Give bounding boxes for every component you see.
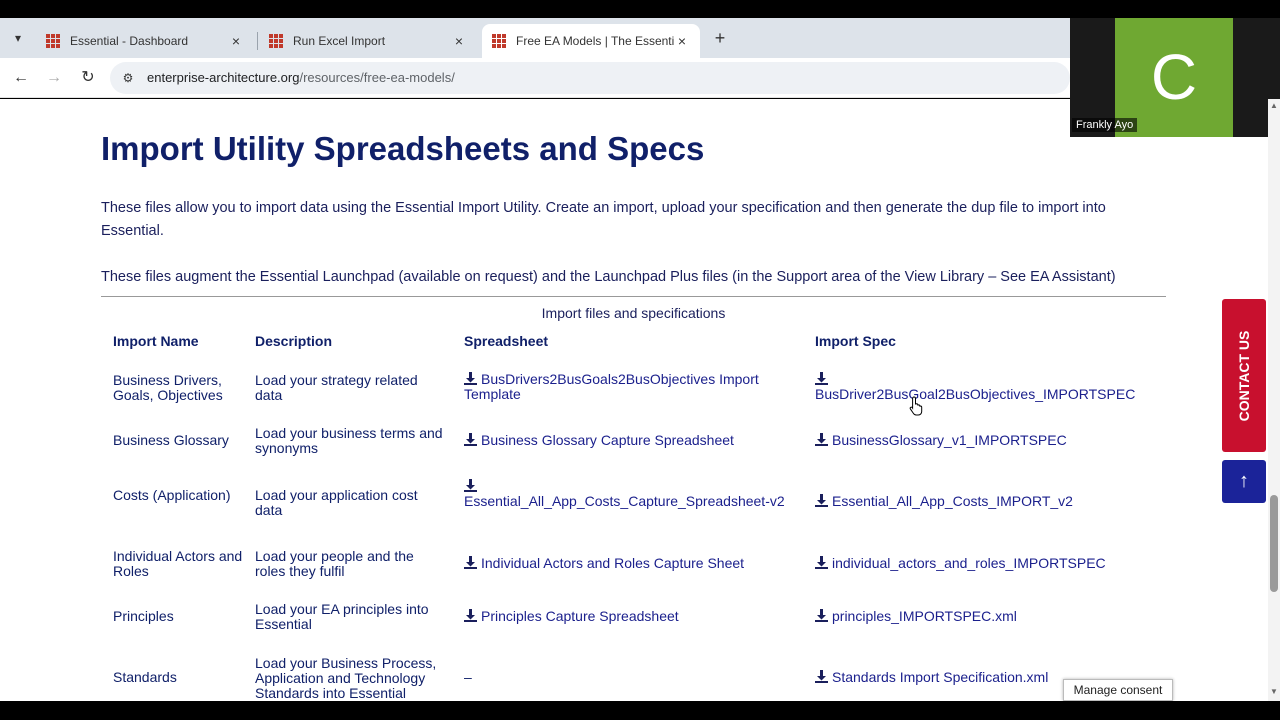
download-icon (815, 609, 828, 622)
url-path: /resources/free-ea-models/ (299, 70, 455, 85)
url-text: enterprise-architecture.org/resources/fr… (147, 70, 455, 85)
cell-import-name: Business Drivers, Goals, Objectives (113, 372, 223, 403)
reload-icon[interactable]: ↻ (76, 66, 100, 90)
essential-favicon-icon (46, 34, 60, 48)
scroll-up-icon[interactable]: ▲ (1268, 101, 1280, 110)
spec-download-link[interactable]: individual_actors_and_roles_IMPORTSPEC (815, 556, 1155, 571)
contact-us-button[interactable]: CONTACT US (1222, 299, 1266, 452)
spreadsheet-download-link[interactable]: Essential_All_App_Costs_Capture_Spreadsh… (464, 479, 794, 509)
link-label: Standards Import Specification.xml (832, 669, 1049, 685)
site-info-icon[interactable]: ⚙ (120, 70, 136, 86)
cell-import-name: Principles (113, 608, 174, 624)
cell-import-name: Standards (113, 669, 177, 685)
page-title: Import Utility Spreadsheets and Specs (101, 130, 705, 167)
video-call-overlay: C Frankly Ayo (1070, 18, 1280, 137)
spec-download-link[interactable]: BusinessGlossary_v1_IMPORTSPEC (815, 433, 1155, 448)
hand-cursor-icon (909, 396, 923, 416)
tab-run-excel-import[interactable]: Run Excel Import × (259, 24, 477, 58)
forward-icon[interactable]: → (42, 66, 66, 90)
cell-import-name: Business Glossary (113, 432, 229, 448)
intro-paragraph: These files allow you to import data usi… (101, 200, 1106, 239)
essential-favicon-icon (269, 34, 283, 48)
download-icon (815, 433, 828, 446)
tab-label: Essential - Dashboard (70, 34, 189, 48)
download-icon (464, 609, 477, 622)
cell-spreadsheet: – (464, 669, 472, 685)
spec-download-link[interactable]: Standards Import Specification.xml (815, 670, 1065, 685)
page-content: Import Utility Spreadsheets and Specs Th… (0, 99, 1268, 701)
link-label: Essential_All_App_Costs_Capture_Spreadsh… (464, 493, 785, 509)
close-icon[interactable]: × (451, 33, 467, 49)
spreadsheet-download-link[interactable]: Business Glossary Capture Spreadsheet (464, 433, 794, 448)
tab-free-ea-models[interactable]: Free EA Models | The Essential P × (482, 24, 700, 58)
contact-us-label: CONTACT US (1236, 330, 1252, 421)
link-label: Individual Actors and Roles Capture Shee… (481, 555, 745, 571)
download-icon (815, 372, 828, 385)
spec-download-link[interactable]: BusDriver2BusGoal2BusObjectives_IMPORTSP… (815, 372, 1155, 402)
download-icon (815, 556, 828, 569)
page-scrollbar[interactable]: ▲ ▼ (1268, 99, 1280, 701)
download-icon (464, 433, 477, 446)
cell-description: Load your Business Process, Application … (255, 655, 437, 701)
tab-essential-dashboard[interactable]: Essential - Dashboard × (36, 24, 254, 58)
spreadsheet-download-link[interactable]: Individual Actors and Roles Capture Shee… (464, 556, 794, 571)
spreadsheet-download-link[interactable]: Principles Capture Spreadsheet (464, 609, 794, 624)
link-label: BusDriver2BusGoal2BusObjectives_IMPORTSP… (815, 386, 1136, 402)
manage-consent-button[interactable]: Manage consent (1063, 679, 1173, 701)
cell-description: Load your people and the roles they fulf… (255, 548, 414, 579)
download-icon (464, 479, 477, 492)
spec-download-link[interactable]: Essential_All_App_Costs_IMPORT_v2 (815, 494, 1155, 509)
spec-download-link[interactable]: principles_IMPORTSPEC.xml (815, 609, 1155, 624)
column-header-spreadsheet: Spreadsheet (464, 333, 549, 349)
scroll-thumb[interactable] (1270, 495, 1278, 592)
download-icon (464, 556, 477, 569)
column-header-import-spec: Import Spec (815, 333, 896, 349)
tab-label: Free EA Models | The Essential P (516, 34, 674, 48)
link-label: BusDrivers2BusGoals2BusObjectives Import… (464, 371, 759, 402)
cell-description: Load your business terms and synonyms (255, 425, 443, 456)
link-label: Principles Capture Spreadsheet (481, 608, 679, 624)
address-bar[interactable]: ⚙ enterprise-architecture.org/resources/… (110, 62, 1070, 94)
arrow-up-icon: ↑ (1239, 470, 1249, 492)
cell-import-name: Individual Actors and Roles (113, 548, 243, 579)
cell-import-name: Costs (Application) (113, 487, 231, 503)
cell-description: Load your EA principles into Essential (255, 601, 429, 632)
download-icon (464, 372, 477, 385)
close-icon[interactable]: × (228, 33, 244, 49)
participant-name: Frankly Ayo (1072, 118, 1138, 132)
new-tab-button[interactable]: + (710, 28, 730, 48)
essential-favicon-icon (492, 34, 506, 48)
tab-separator (257, 32, 258, 50)
scroll-to-top-button[interactable]: ↑ (1222, 460, 1266, 503)
spreadsheet-download-link[interactable]: BusDrivers2BusGoals2BusObjectives Import… (464, 372, 794, 402)
link-label: BusinessGlossary_v1_IMPORTSPEC (832, 432, 1067, 448)
link-label: Essential_All_App_Costs_IMPORT_v2 (832, 493, 1073, 509)
column-header-description: Description (255, 333, 333, 349)
column-header-import-name: Import Name (113, 333, 199, 349)
tab-search-icon[interactable]: ▾ (8, 28, 28, 48)
cell-description: Load your strategy related data (255, 372, 418, 403)
scroll-down-icon[interactable]: ▼ (1268, 687, 1280, 696)
link-label: Business Glossary Capture Spreadsheet (481, 432, 734, 448)
download-icon (815, 494, 828, 507)
url-domain: enterprise-architecture.org (147, 70, 300, 85)
launchpad-paragraph: These files augment the Essential Launch… (101, 269, 1116, 285)
download-icon (815, 670, 828, 683)
table-caption: Import files and specifications (541, 305, 726, 321)
tab-label: Run Excel Import (293, 34, 386, 48)
close-icon[interactable]: × (674, 33, 690, 49)
cell-description: Load your application cost data (255, 487, 418, 518)
back-icon[interactable]: ← (9, 66, 33, 90)
link-label: individual_actors_and_roles_IMPORTSPEC (832, 555, 1106, 571)
divider (101, 296, 1166, 297)
link-label: principles_IMPORTSPEC.xml (832, 608, 1017, 624)
